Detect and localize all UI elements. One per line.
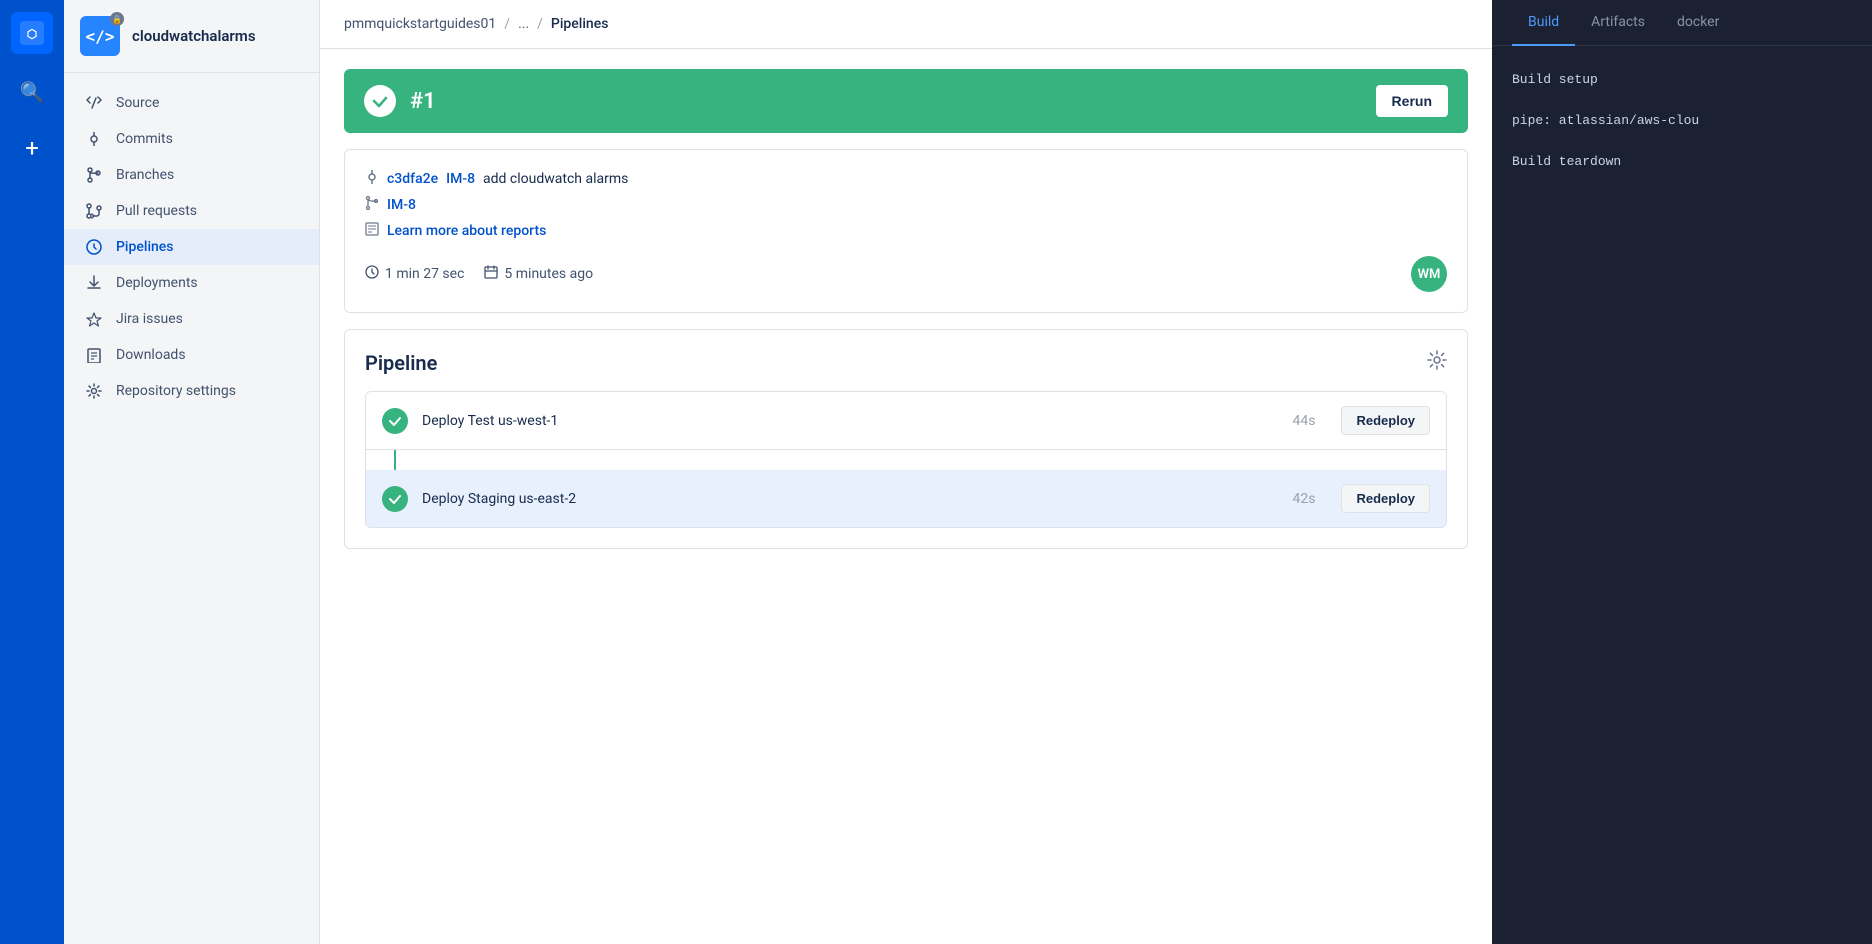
add-icon[interactable]: + [14, 130, 50, 166]
pipelines-icon [84, 239, 104, 255]
commit-icon [365, 170, 379, 188]
log-line-3: Build teardown [1512, 152, 1852, 173]
sidebar-item-repo-settings[interactable]: Repository settings [64, 373, 319, 409]
build-check-icon [364, 85, 396, 117]
deployments-icon [84, 275, 104, 291]
build-commit-row: c3dfa2e IM-8 add cloudwatch alarms [365, 170, 1447, 188]
repo-header: </> 🔒 cloudwatchalarms [64, 0, 319, 73]
redeploy-button-1[interactable]: Redeploy [1341, 406, 1430, 435]
user-avatar: WM [1411, 256, 1447, 292]
pull-requests-label: Pull requests [116, 203, 197, 219]
tab-build[interactable]: Build [1512, 0, 1575, 46]
log-line-1: Build setup [1512, 70, 1852, 91]
breadcrumb-current: Pipelines [551, 16, 609, 32]
source-label: Source [116, 95, 159, 111]
commits-label: Commits [116, 131, 173, 147]
branches-icon [84, 167, 104, 183]
commits-icon [84, 131, 104, 147]
step-duration-2: 42s [1293, 491, 1316, 507]
pipelines-label: Pipelines [116, 239, 174, 255]
sidebar-item-deployments[interactable]: Deployments [64, 265, 319, 301]
step-name-2: Deploy Staging us-east-2 [422, 491, 1279, 507]
breadcrumb-ellipsis[interactable]: ... [518, 16, 529, 32]
icon-sidebar: ⬡ 🔍 + [0, 0, 64, 944]
commit-hash[interactable]: c3dfa2e [387, 171, 438, 187]
duration-icon [365, 265, 379, 283]
build-reports-row: Learn more about reports [365, 222, 1447, 240]
breadcrumb-sep-2: / [537, 16, 543, 32]
time-ago-item: 5 minutes ago [484, 265, 593, 283]
main-body: #1 Rerun c3dfa2e IM-8 add cloudwatch ala… [320, 49, 1492, 944]
sidebar-item-downloads[interactable]: Downloads [64, 337, 319, 373]
pipeline-step-deploy-staging: Deploy Staging us-east-2 42s Redeploy [366, 470, 1446, 527]
branch-issue[interactable]: IM-8 [387, 197, 416, 213]
duration-text: 1 min 27 sec [385, 266, 464, 282]
pull-requests-icon [84, 203, 104, 219]
build-number: #1 [410, 89, 436, 114]
time-ago-text: 5 minutes ago [504, 266, 593, 282]
deployments-label: Deployments [116, 275, 198, 291]
source-icon [84, 95, 104, 111]
calendar-icon [484, 265, 498, 283]
sidebar-item-pipelines[interactable]: Pipelines [64, 229, 319, 265]
right-panel: Build Artifacts docker Build setup pipe:… [1492, 0, 1872, 944]
breadcrumb-sep-1: / [504, 16, 510, 32]
repo-settings-icon [84, 383, 104, 399]
redeploy-button-2[interactable]: Redeploy [1341, 484, 1430, 513]
tab-artifacts[interactable]: Artifacts [1575, 0, 1661, 46]
svg-text:⬡: ⬡ [27, 27, 37, 41]
downloads-label: Downloads [116, 347, 186, 363]
reports-icon [365, 222, 379, 240]
pipeline-card: Pipeline [344, 329, 1468, 549]
breadcrumb: pmmquickstartguides01 / ... / Pipelines [320, 0, 1492, 49]
sidebar-item-jira[interactable]: Jira issues [64, 301, 319, 337]
build-detail-card: c3dfa2e IM-8 add cloudwatch alarms IM-8 [344, 149, 1468, 313]
repo-icon: </> 🔒 [80, 16, 120, 56]
lock-badge: 🔒 [110, 12, 124, 26]
step-duration-1: 44s [1293, 413, 1316, 429]
bitbucket-logo[interactable]: ⬡ [11, 12, 53, 54]
repo-settings-label: Repository settings [116, 383, 236, 399]
right-panel-body: Build setup pipe: atlassian/aws-clou Bui… [1492, 46, 1872, 944]
jira-icon [84, 311, 104, 327]
tab-docker[interactable]: docker [1661, 0, 1735, 46]
step-name-1: Deploy Test us-west-1 [422, 413, 1279, 429]
sidebar-item-branches[interactable]: Branches [64, 157, 319, 193]
breadcrumb-repo[interactable]: pmmquickstartguides01 [344, 16, 496, 32]
build-status-left: #1 [364, 85, 436, 117]
sidebar-item-source[interactable]: Source [64, 85, 319, 121]
build-branch-row: IM-8 [365, 196, 1447, 214]
commit-issue[interactable]: IM-8 [446, 171, 475, 187]
duration-item: 1 min 27 sec [365, 265, 464, 283]
repo-sidebar: </> 🔒 cloudwatchalarms Source Com [64, 0, 320, 944]
step-check-icon [382, 408, 408, 434]
pipeline-title: Pipeline [365, 351, 437, 375]
commit-message: add cloudwatch alarms [483, 171, 628, 187]
pipeline-settings-icon[interactable] [1427, 350, 1447, 375]
jira-label: Jira issues [116, 311, 183, 327]
log-line-2: pipe: atlassian/aws-clou [1512, 111, 1852, 132]
downloads-icon [84, 347, 104, 363]
rerun-button[interactable]: Rerun [1376, 85, 1448, 117]
pipeline-card-header: Pipeline [365, 350, 1447, 375]
main-content: pmmquickstartguides01 / ... / Pipelines … [320, 0, 1492, 944]
reports-link[interactable]: Learn more about reports [387, 223, 546, 239]
branches-label: Branches [116, 167, 174, 183]
avatar-initials: WM [1418, 267, 1441, 282]
branch-icon [365, 196, 379, 214]
step-connector [394, 450, 396, 470]
pipeline-steps: Deploy Test us-west-1 44s Redeploy Deplo… [365, 391, 1447, 528]
repo-name: cloudwatchalarms [132, 27, 256, 45]
search-icon[interactable]: 🔍 [14, 74, 50, 110]
sidebar-nav: Source Commits Br [64, 73, 319, 944]
build-meta-row: 1 min 27 sec 5 minutes ago WM [365, 256, 1447, 292]
pipeline-step-deploy-test: Deploy Test us-west-1 44s Redeploy [366, 392, 1446, 450]
right-panel-tabs: Build Artifacts docker [1492, 0, 1872, 46]
build-status-card: #1 Rerun [344, 69, 1468, 133]
sidebar-item-commits[interactable]: Commits [64, 121, 319, 157]
step-check-icon-2 [382, 486, 408, 512]
sidebar-item-pull-requests[interactable]: Pull requests [64, 193, 319, 229]
